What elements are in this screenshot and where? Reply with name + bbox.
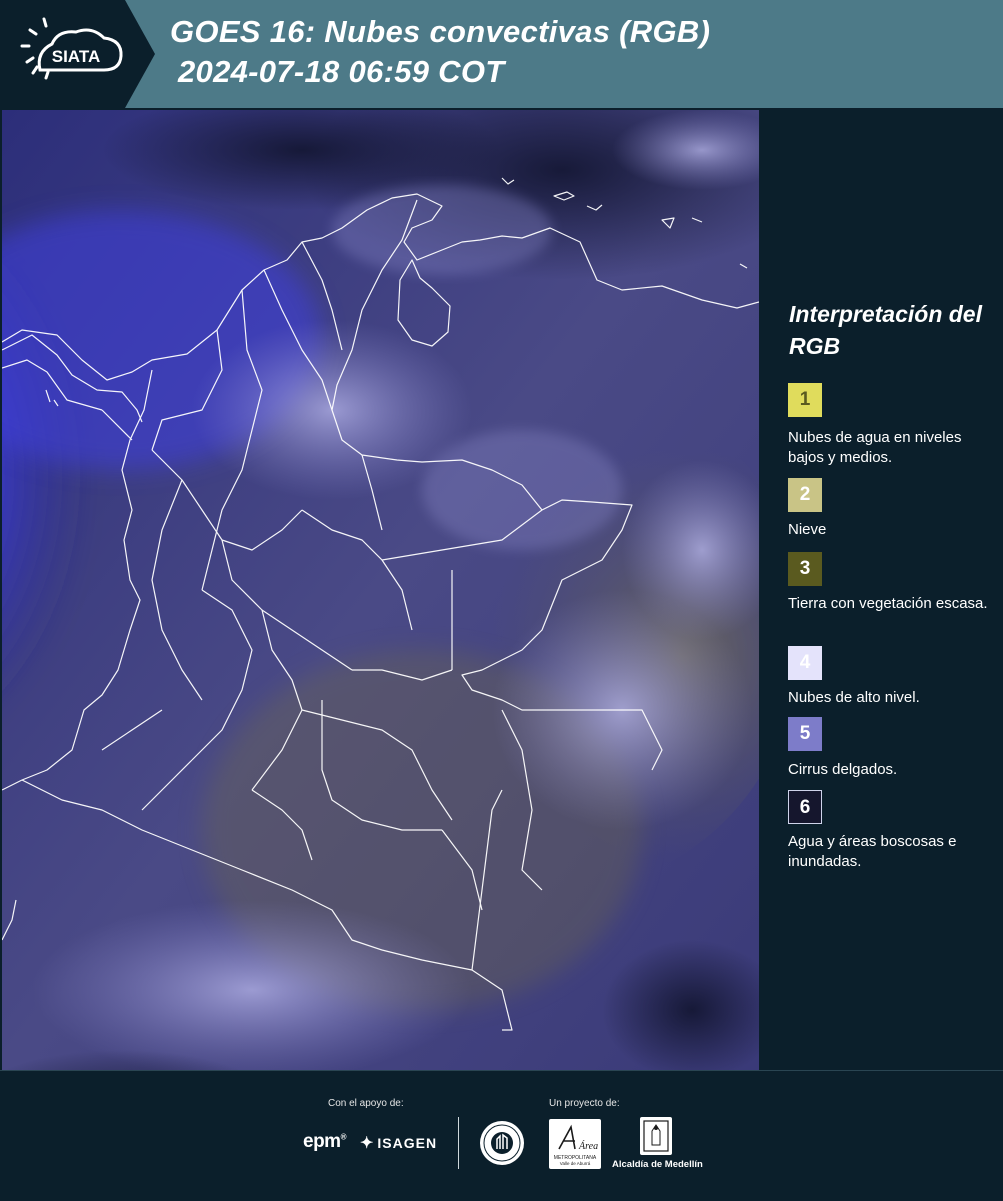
legend-label-1: Nubes de agua en niveles bajos y medios. — [788, 429, 962, 466]
legend-swatch-number: 6 — [799, 797, 811, 818]
legend-swatch-1: 1 — [788, 383, 822, 417]
legend-swatch-6: 6 — [788, 790, 822, 824]
satellite-image — [2, 110, 759, 1070]
legend-swatch-number: 4 — [799, 652, 811, 673]
siata-logo: SIATA — [0, 0, 155, 108]
area-logo-name: Área — [578, 1140, 598, 1152]
rgb-legend: Interpretación del RGB 1 Nubes de agua e… — [760, 108, 1003, 1070]
legend-swatch-2: 2 — [788, 478, 822, 512]
legend-label-6: Agua y áreas boscosas e inundadas. — [788, 833, 957, 870]
alcaldia-shield-icon — [640, 1117, 672, 1155]
isagen-logo: ✦ ISAGEN — [360, 1133, 437, 1153]
alcaldia-name: Alcaldía de Medellín — [612, 1159, 703, 1170]
support-caption: Con el apoyo de: — [328, 1098, 404, 1109]
legend-swatch-3: 3 — [788, 552, 822, 586]
legend-swatch-number: 1 — [799, 389, 811, 410]
legend-swatch-number: 3 — [799, 558, 811, 579]
header-bar: SIATA GOES 16: Nubes convectivas (RGB) 2… — [0, 0, 1003, 108]
epm-logo-text: epm — [303, 1131, 341, 1152]
legend-swatch-number: 2 — [799, 484, 811, 505]
epm-logo: epm® — [303, 1131, 347, 1152]
timestamp: 2024-07-18 06:59 COT — [178, 54, 505, 89]
isagen-logo-text: ISAGEN — [377, 1135, 438, 1151]
legend-label-4: Nubes de alto nivel. — [788, 689, 920, 706]
area-logo-subtitle2: Valle de Aburrá — [560, 1161, 591, 1166]
page-title: GOES 16: Nubes convectivas (RGB) — [170, 14, 711, 49]
legend-label-5: Cirrus delgados. — [788, 761, 898, 778]
footer-divider — [458, 1117, 459, 1169]
legend-title: Interpretación del RGB — [789, 301, 982, 359]
footer: Con el apoyo de: Un proyecto de: epm® ✦ I… — [0, 1070, 1003, 1201]
legend-label-3: Tierra con vegetación escasa. — [788, 595, 988, 612]
legend-label-2: Nieve — [788, 521, 827, 538]
legend-swatch-number: 5 — [799, 723, 811, 744]
siata-logo-text: SIATA — [52, 47, 100, 66]
area-metropolitana-logo: Área METROPOLITANA Valle de Aburrá — [549, 1119, 601, 1169]
isagen-mark-icon: ✦ — [360, 1135, 375, 1152]
medellin-seal-icon — [478, 1119, 526, 1172]
legend-swatch-4: 4 — [788, 646, 822, 680]
legend-swatch-5: 5 — [788, 717, 822, 751]
project-caption: Un proyecto de: — [549, 1098, 620, 1109]
